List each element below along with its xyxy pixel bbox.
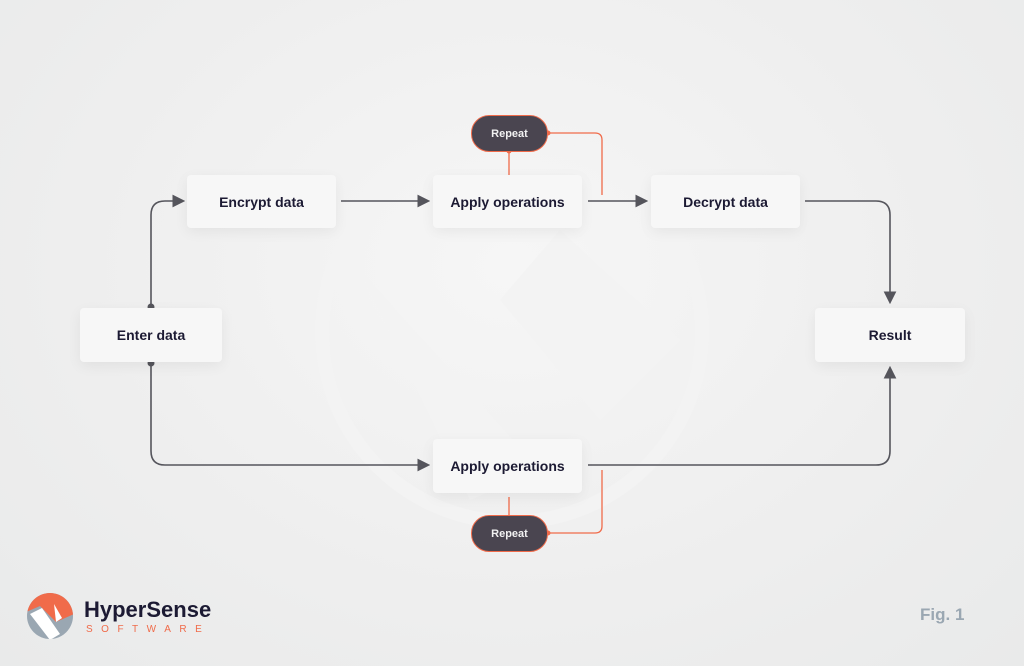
arrow-enter-to-encrypt <box>150 194 186 307</box>
arrow-decrypt-to-result <box>805 200 897 305</box>
node-apply-operations-bottom: Apply operations <box>433 439 582 493</box>
node-enter-data: Enter data <box>80 308 222 362</box>
arrow-enter-to-apply-bottom <box>150 363 431 472</box>
brand-subtitle: SOFTWARE <box>86 624 211 635</box>
node-apply-operations-top: Apply operations <box>433 175 582 228</box>
brand-name: HyperSense <box>84 597 212 622</box>
repeat-pill-bottom: Repeat <box>471 515 548 552</box>
node-result: Result <box>815 308 965 362</box>
node-encrypt-data: Encrypt data <box>187 175 336 228</box>
hypersense-logo-icon <box>27 593 73 639</box>
node-decrypt-data: Decrypt data <box>651 175 800 228</box>
figure-label: Fig. 1 <box>920 605 965 624</box>
arrow-apply-bottom-to-result <box>588 365 897 466</box>
repeat-pill-top: Repeat <box>471 115 548 152</box>
